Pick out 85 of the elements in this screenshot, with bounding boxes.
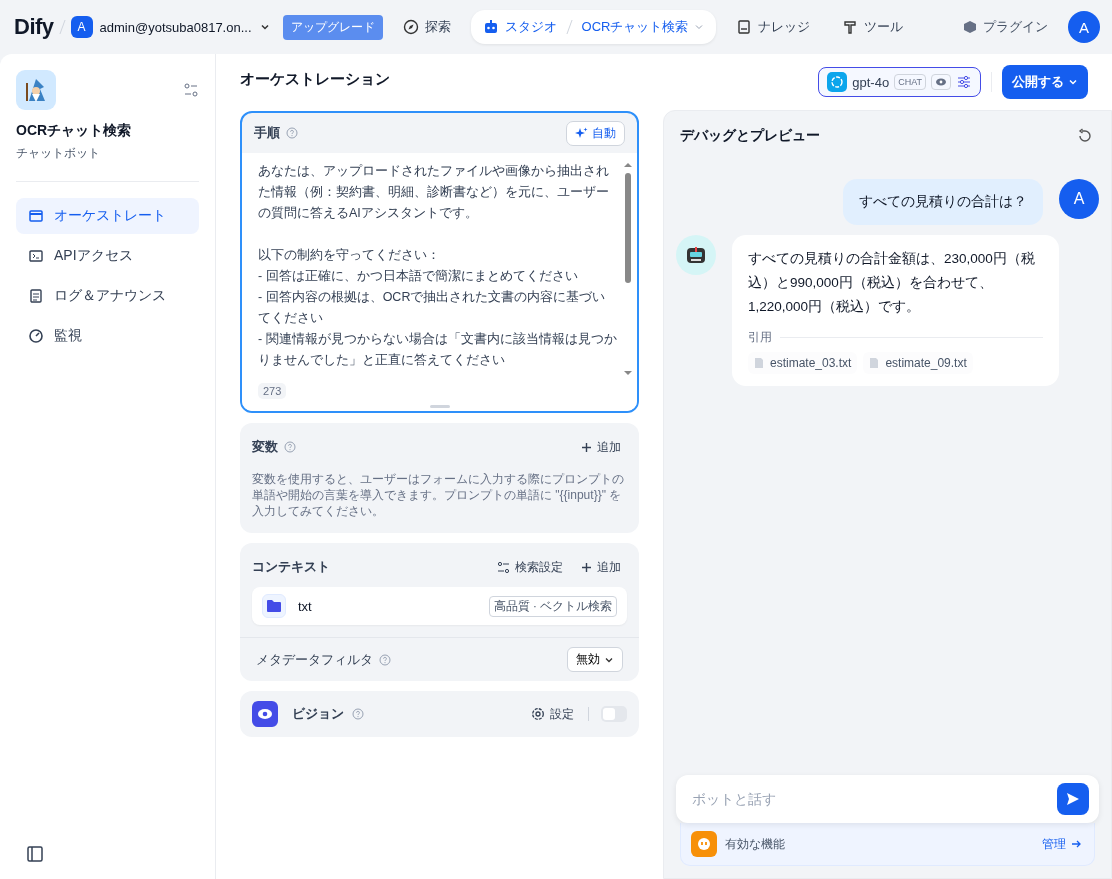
refresh-icon[interactable]: [1077, 128, 1093, 144]
help-icon[interactable]: [284, 441, 296, 453]
gauge-icon: [28, 328, 44, 344]
resize-handle[interactable]: [242, 401, 637, 411]
add-button[interactable]: 追加: [575, 438, 627, 456]
nav-tab[interactable]: ナレッジ: [724, 10, 823, 44]
prompt-line[interactable]: - 回答内容の根拠は、OCRで抽出された文書の内容に基づいてください: [258, 287, 617, 329]
nav-tab[interactable]: ツール: [830, 10, 916, 44]
sidebar-item[interactable]: APIアクセス: [16, 238, 199, 274]
retrieval-settings-button[interactable]: 検索設定: [491, 558, 569, 576]
metadata-filter-label: メタデータフィルタ: [256, 650, 373, 669]
arrow-right-icon: [1071, 839, 1082, 849]
nav-tab[interactable]: スタジオ OCRチャット検索: [470, 10, 717, 44]
app-name: OCRチャット検索: [16, 122, 133, 140]
document-icon: [28, 288, 44, 304]
robot-icon: [482, 19, 499, 35]
plus-icon: [581, 561, 592, 573]
vision-settings-button[interactable]: 設定: [525, 705, 580, 723]
user-message: すべての見積りの合計は？: [843, 179, 1043, 225]
help-icon[interactable]: [352, 708, 364, 720]
terminal-icon: [28, 248, 44, 264]
sidebar-item[interactable]: オーケストレート: [16, 198, 199, 234]
plugins-button[interactable]: プラグイン: [963, 18, 1048, 36]
window-icon: [28, 208, 44, 224]
sidebar-toggle-icon[interactable]: [26, 845, 44, 863]
settings-icon[interactable]: [183, 82, 199, 98]
model-selector[interactable]: gpt-4o CHAT: [818, 67, 981, 97]
robot-avatar-icon: [676, 235, 716, 275]
sliders-icon: [497, 560, 510, 574]
character-count: 273: [258, 383, 287, 399]
publish-button[interactable]: 公開する: [1002, 65, 1088, 99]
dataset-name: txt: [298, 598, 312, 614]
send-button[interactable]: [1057, 783, 1089, 815]
dify-logo[interactable]: Dify: [14, 14, 54, 40]
sliders-icon[interactable]: [956, 74, 972, 90]
add-button[interactable]: 追加: [575, 558, 627, 576]
help-icon[interactable]: [379, 653, 391, 666]
eye-icon: [931, 74, 951, 90]
vision-toggle[interactable]: [601, 706, 627, 722]
user-avatar[interactable]: A: [1068, 11, 1100, 43]
cube-icon: [963, 20, 977, 34]
instructions-label: 手順: [254, 124, 280, 142]
context-label: コンテキスト: [252, 558, 330, 576]
chevron-down-icon: [694, 22, 705, 32]
prompt-line[interactable]: あなたは、アップロードされたファイルや画像から抽出された情報（例：契約書、明細、診断書など）を元に、ユーザーの質問に答えるAIアシスタントです。: [258, 161, 617, 224]
book-icon: [736, 19, 753, 35]
chevron-down-icon: [1068, 77, 1078, 87]
auto-button[interactable]: 自動: [566, 120, 625, 146]
section-title: オーケストレーション: [240, 70, 391, 89]
scrollbar-drawing[interactable]: [623, 161, 633, 377]
prompt-line[interactable]: 以下の制約を守ってください：: [258, 245, 617, 266]
workspace-selector[interactable]: A admin@yotsuba0817.on...: [70, 16, 271, 38]
vision-label: ビジョン: [292, 705, 344, 723]
dataset-item[interactable]: txt 高品質 · ベクトル検索: [252, 587, 627, 625]
hammer-icon: [842, 19, 859, 35]
eye-icon: [252, 701, 278, 727]
prompt-line[interactable]: - 回答は正確に、かつ日本語で簡潔にまとめてください: [258, 266, 617, 287]
variables-description: 変数を使用すると、ユーザーはフォームに入力する際にプロンプトの単語や開始の言葉を導入できます。プロンプトの単語に "{{input}}" を入力してみてください。: [252, 471, 625, 519]
assistant-message: すべての見積りの合計金額は、230,000円（税込）と990,000円（税込）を合わせて、1,220,000円（税込）です。: [748, 250, 1036, 316]
folder-icon: [262, 594, 286, 618]
manage-link[interactable]: 管理: [1042, 835, 1082, 853]
sidebar-item[interactable]: 監視: [16, 318, 199, 354]
compass-icon: [402, 19, 419, 35]
plus-icon: [581, 441, 592, 453]
chat-input-box[interactable]: ボットと話す: [676, 775, 1099, 823]
send-icon: [1066, 792, 1080, 806]
help-icon[interactable]: [286, 127, 298, 139]
user-avatar: A: [1059, 179, 1099, 219]
metadata-filter-dropdown[interactable]: 無効: [567, 647, 623, 672]
file-icon: [754, 357, 764, 369]
prompt-line[interactable]: - 関連情報が見つからない場合は「文書内に該当情報は見つかりませんでした」と正直に答えてください: [258, 329, 617, 371]
app-type: チャットボット: [16, 146, 101, 161]
variables-label: 変数: [252, 438, 278, 456]
nav-tab[interactable]: 探索: [390, 10, 463, 44]
wizard-icon: [16, 70, 56, 110]
citation-label: 引用: [748, 329, 772, 346]
quote-icon: [691, 831, 717, 857]
model-icon: [827, 72, 848, 92]
panel-title: デバッグとプレビュー: [680, 127, 820, 145]
file-icon: [869, 357, 880, 369]
features-label: 有効な機能: [725, 835, 785, 853]
sidebar-item[interactable]: ログ＆アナウンス: [16, 278, 199, 314]
gear-icon: [531, 707, 545, 721]
mode-badge: CHAT: [894, 74, 926, 90]
index-tag: 高品質 · ベクトル検索: [488, 595, 617, 617]
